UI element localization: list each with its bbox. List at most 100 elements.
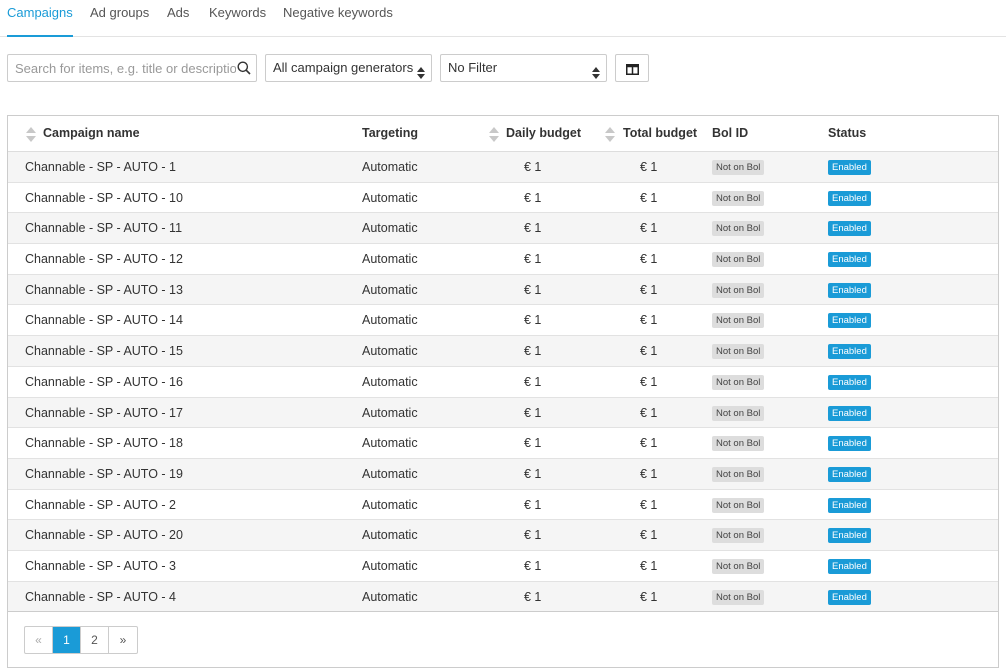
filter-select-value: No Filter (448, 60, 498, 75)
total-budget-cell: € 1 (640, 190, 658, 205)
status-badge: Enabled (828, 313, 871, 329)
table-row[interactable]: Channable - SP - AUTO - 10 Automatic € 1 € … (8, 183, 998, 214)
total-budget-cell: € 1 (640, 282, 658, 297)
table-row[interactable]: Channable - SP - AUTO - 13 Automatic € 1 € … (8, 274, 998, 306)
tab-ads[interactable]: Ads (167, 0, 189, 37)
campaign-name-cell[interactable]: Channable - SP - AUTO - 15 (25, 336, 183, 366)
campaign-generator-select-value: All campaign generators (273, 60, 414, 75)
tab-negative-keywords[interactable]: Negative keywords (283, 0, 393, 37)
status-badge: Enabled (828, 344, 871, 360)
table-row[interactable]: Channable - SP - AUTO - 3 Automatic € 1 € 1… (8, 551, 998, 582)
column-settings-button[interactable] (615, 54, 649, 82)
tab-campaigns[interactable]: Campaigns (7, 0, 73, 37)
campaign-name-cell[interactable]: Channable - SP - AUTO - 10 (25, 183, 183, 213)
table-row[interactable]: Channable - SP - AUTO - 11 Automatic € 1 € … (8, 213, 998, 245)
campaign-name-cell[interactable]: Channable - SP - AUTO - 14 (25, 305, 183, 335)
daily-budget-cell: € 1 (524, 497, 542, 512)
bol-id-badge: Not on Bol (712, 313, 765, 329)
table-row[interactable]: Channable - SP - AUTO - 2 Automatic € 1 € 1… (8, 490, 998, 521)
table-row[interactable]: Channable - SP - AUTO - 1 Automatic € 1 € 1… (8, 152, 998, 183)
campaign-name-cell[interactable]: Channable - SP - AUTO - 12 (25, 244, 183, 274)
header-total-budget[interactable]: Total budget (623, 116, 697, 152)
header-campaign-name[interactable]: Campaign name (43, 116, 140, 152)
campaign-name-cell[interactable]: Channable - SP - AUTO - 20 (25, 520, 183, 550)
tab-bar: Campaigns Ad groups Ads Keywords Negativ… (0, 0, 1006, 37)
daily-budget-cell: € 1 (524, 252, 542, 267)
header-daily-budget[interactable]: Daily budget (506, 116, 581, 152)
daily-budget-cell: € 1 (524, 344, 542, 359)
filter-select[interactable]: No Filter (440, 54, 607, 82)
sort-icon[interactable] (26, 127, 36, 142)
table-row[interactable]: Channable - SP - AUTO - 12 Automatic € 1 € … (8, 244, 998, 275)
campaign-name-cell[interactable]: Channable - SP - AUTO - 11 (25, 213, 182, 243)
tab-ad-groups[interactable]: Ad groups (90, 0, 149, 37)
total-budget-cell: € 1 (640, 497, 658, 512)
status-badge: Enabled (828, 589, 871, 605)
bol-id-badge: Not on Bol (712, 344, 765, 360)
daily-budget-cell: € 1 (524, 190, 542, 205)
table-row[interactable]: Channable - SP - AUTO - 18 Automatic € 1 € … (8, 428, 998, 459)
daily-budget-cell: € 1 (524, 405, 542, 420)
pagination-page-1[interactable]: 1 (53, 627, 81, 653)
select-caret-icon (592, 62, 600, 79)
campaign-name-cell[interactable]: Channable - SP - AUTO - 2 (25, 490, 176, 520)
targeting-cell: Automatic (362, 497, 418, 512)
campaign-generator-select[interactable]: All campaign generators (265, 54, 432, 82)
pagination: « 1 2 » (24, 626, 138, 654)
search-input[interactable] (8, 55, 236, 81)
status-badge: Enabled (828, 405, 871, 421)
pagination-next-button[interactable]: » (109, 627, 137, 653)
table-row[interactable]: Channable - SP - AUTO - 16 Automatic € 1 € … (8, 367, 998, 398)
campaign-name-cell[interactable]: Channable - SP - AUTO - 16 (25, 367, 183, 397)
search-icon[interactable] (237, 61, 251, 75)
sort-icon[interactable] (605, 127, 615, 142)
total-budget-cell: € 1 (640, 344, 658, 359)
search-box (7, 54, 257, 82)
daily-budget-cell: € 1 (524, 313, 542, 328)
table-row[interactable]: Channable - SP - AUTO - 14 Automatic € 1 € … (8, 305, 998, 337)
total-budget-cell: € 1 (640, 252, 658, 267)
pagination-page-2[interactable]: 2 (81, 627, 109, 653)
total-budget-cell: € 1 (640, 436, 658, 451)
bol-id-badge: Not on Bol (712, 528, 765, 544)
sort-icon[interactable] (489, 127, 499, 142)
daily-budget-cell: € 1 (524, 221, 542, 236)
total-budget-cell: € 1 (640, 405, 658, 420)
status-badge: Enabled (828, 497, 871, 513)
bol-id-badge: Not on Bol (712, 160, 765, 175)
columns-icon (626, 63, 639, 75)
campaign-name-cell[interactable]: Channable - SP - AUTO - 4 (25, 582, 176, 612)
total-budget-cell: € 1 (640, 221, 658, 236)
daily-budget-cell: € 1 (524, 160, 542, 174)
status-badge: Enabled (828, 160, 871, 175)
campaign-name-cell[interactable]: Channable - SP - AUTO - 1 (25, 152, 176, 182)
campaign-name-cell[interactable]: Channable - SP - AUTO - 13 (25, 275, 183, 305)
daily-budget-cell: € 1 (524, 466, 542, 481)
table-row[interactable]: Channable - SP - AUTO - 19 Automatic € 1 € … (8, 458, 998, 490)
bol-id-badge: Not on Bol (712, 405, 765, 421)
campaigns-table: Campaign name Targeting Daily budget Tot… (7, 115, 999, 668)
header-targeting: Targeting (362, 126, 419, 140)
campaign-name-cell[interactable]: Channable - SP - AUTO - 17 (25, 398, 183, 428)
campaign-name-cell[interactable]: Channable - SP - AUTO - 18 (25, 428, 183, 458)
bol-id-badge: Not on Bol (712, 190, 765, 206)
targeting-cell: Automatic (362, 374, 418, 389)
table-row[interactable]: Channable - SP - AUTO - 4 Automatic € 1 € 1… (8, 581, 998, 613)
total-budget-cell: € 1 (640, 558, 658, 573)
bol-id-badge: Not on Bol (712, 374, 765, 390)
campaign-name-cell[interactable]: Channable - SP - AUTO - 3 (25, 551, 176, 581)
total-budget-cell: € 1 (640, 466, 658, 481)
tab-keywords[interactable]: Keywords (209, 0, 266, 37)
status-badge: Enabled (828, 558, 871, 574)
bol-id-badge: Not on Bol (712, 221, 765, 237)
campaign-name-cell[interactable]: Channable - SP - AUTO - 19 (25, 459, 183, 489)
bol-id-badge: Not on Bol (712, 466, 765, 482)
table-row[interactable]: Channable - SP - AUTO - 17 Automatic € 1 € … (8, 397, 998, 429)
table-row[interactable]: Channable - SP - AUTO - 15 Automatic € 1 € … (8, 336, 998, 367)
status-badge: Enabled (828, 466, 871, 482)
table-row[interactable]: Channable - SP - AUTO - 20 Automatic € 1 € … (8, 520, 998, 551)
status-badge: Enabled (828, 436, 871, 452)
bol-id-badge: Not on Bol (712, 252, 765, 268)
daily-budget-cell: € 1 (524, 282, 542, 297)
pagination-prev-button[interactable]: « (25, 627, 53, 653)
